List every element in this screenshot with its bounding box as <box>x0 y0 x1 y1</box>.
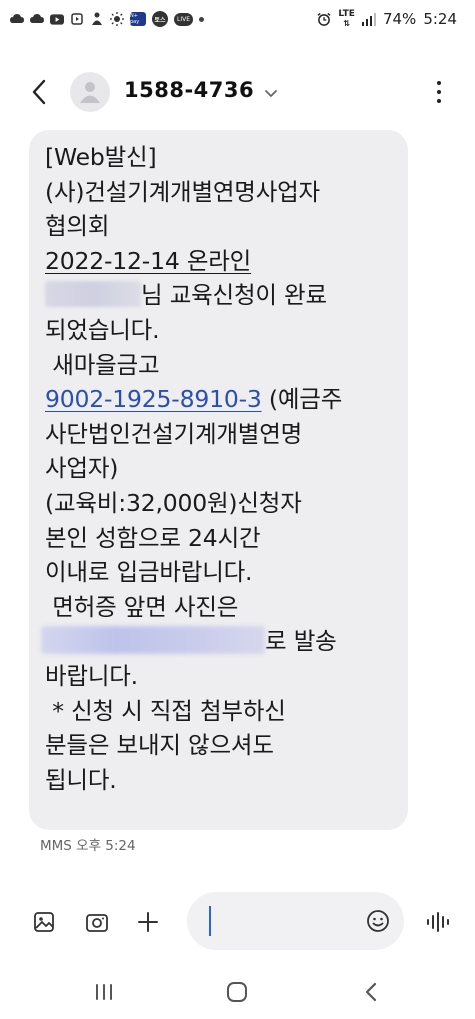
back-arrow-icon <box>32 79 46 105</box>
conversation-header: 1588-4736 <box>0 66 475 118</box>
status-bar: N+ pay 토스 LIVE LTE ⇅ 74% 5:24 <box>0 0 475 40</box>
message-line: [Web발신] <box>45 143 157 171</box>
message-line: 본인 성함으로 24시간 <box>45 523 261 552</box>
notification-icons: N+ pay 토스 LIVE <box>10 11 205 27</box>
redacted-email <box>41 626 265 655</box>
person-icon <box>80 82 100 103</box>
system-icons: LTE ⇅ 74% 5:24 <box>317 10 457 28</box>
message-line: 님 교육신청이 완료 <box>45 278 405 313</box>
message-timestamp: MMS 오후 5:24 <box>40 838 136 854</box>
message-line: 면허증 앞면 사진은 <box>45 592 239 621</box>
message-line-text: (예금주 <box>261 385 343 414</box>
message-line: 되었습니다. <box>45 315 160 344</box>
signal-icon <box>361 12 376 26</box>
date-link[interactable]: 2022-12-14 온라인 <box>45 247 251 275</box>
message-line-text: 로 발송 <box>265 627 337 656</box>
toss-badge-icon: 토스 <box>152 11 168 27</box>
dot-icon <box>437 89 441 94</box>
plus-icon <box>138 912 158 932</box>
message-line: 됩니다. <box>45 765 117 794</box>
image-icon <box>34 912 54 932</box>
smiley-icon <box>367 910 389 932</box>
message-line: 사업자) <box>45 454 119 483</box>
message-line: * 신청 시 직접 첨부하신 <box>45 696 286 725</box>
message-line: 분들은 보내지 않으셔도 <box>45 731 274 760</box>
cloud-icon <box>10 12 24 26</box>
message-line: 로 발송 <box>41 624 405 659</box>
message-line: 바랍니다. <box>45 661 138 690</box>
text-caret <box>209 906 211 936</box>
contact-details-toggle[interactable] <box>262 84 280 102</box>
battery-level: 74% <box>382 10 417 28</box>
message-line: 새마을금고 <box>45 350 160 379</box>
back-chevron-icon <box>365 982 377 1002</box>
message-line: 2022-12-14 온라인 <box>45 244 405 279</box>
sun-icon <box>110 12 124 26</box>
chevron-down-icon <box>265 90 277 97</box>
recent-apps-icon <box>96 984 112 1000</box>
message-line: 이내로 입금바랍니다. <box>45 558 253 587</box>
message-text: [Web발신] (사)건설기계개별연명사업자 협의회 2022-12-14 온라… <box>41 140 405 797</box>
attach-button[interactable] <box>136 910 160 934</box>
system-back-button[interactable] <box>358 980 384 1004</box>
lte-icon: LTE ⇅ <box>338 9 355 29</box>
alarm-icon <box>317 12 331 26</box>
voice-wave-icon <box>427 912 449 932</box>
dot-icon <box>437 80 441 85</box>
app-icon <box>90 12 104 26</box>
message-input[interactable] <box>187 892 404 950</box>
home-button[interactable] <box>224 980 250 1004</box>
message-line: 사단법인건설기계개별연명 <box>45 419 303 448</box>
compose-bar <box>0 890 475 956</box>
emoji-button[interactable] <box>366 909 390 933</box>
home-icon <box>227 982 247 1002</box>
message-line-text: 님 교육신청이 완료 <box>141 281 327 310</box>
pay-badge-icon: N+ pay <box>130 12 146 26</box>
contact-number[interactable]: 1588-4736 <box>124 78 254 102</box>
message-line: 협의회 <box>45 212 110 241</box>
cloud-icon <box>30 12 44 26</box>
message-line: (교육비:32,000원)신청자 <box>45 488 302 517</box>
voice-input-button[interactable] <box>425 910 451 934</box>
message-line: 9002-1925-8910-3 (예금주 <box>45 382 405 417</box>
message-bubble[interactable]: [Web발신] (사)건설기계개별연명사업자 협의회 2022-12-14 온라… <box>29 130 408 830</box>
gallery-button[interactable] <box>32 910 56 934</box>
more-notifications-dot-icon <box>199 16 205 22</box>
media-icon <box>70 12 84 26</box>
back-button[interactable] <box>24 76 54 108</box>
live-badge-icon: LIVE <box>174 12 194 26</box>
network-label: LTE <box>338 9 355 19</box>
more-options-button[interactable] <box>433 78 445 106</box>
camera-button[interactable] <box>85 910 109 934</box>
redacted-name <box>45 281 141 308</box>
account-number-link[interactable]: 9002-1925-8910-3 <box>45 385 262 413</box>
clock: 5:24 <box>423 10 457 28</box>
dot-icon <box>437 99 441 104</box>
camera-icon <box>86 914 108 932</box>
youtube-icon <box>50 12 64 26</box>
recent-apps-button[interactable] <box>91 980 117 1004</box>
system-nav-bar <box>0 970 475 1014</box>
contact-avatar[interactable] <box>70 72 110 112</box>
message-line: (사)건설기계개별연명사업자 <box>45 177 320 206</box>
